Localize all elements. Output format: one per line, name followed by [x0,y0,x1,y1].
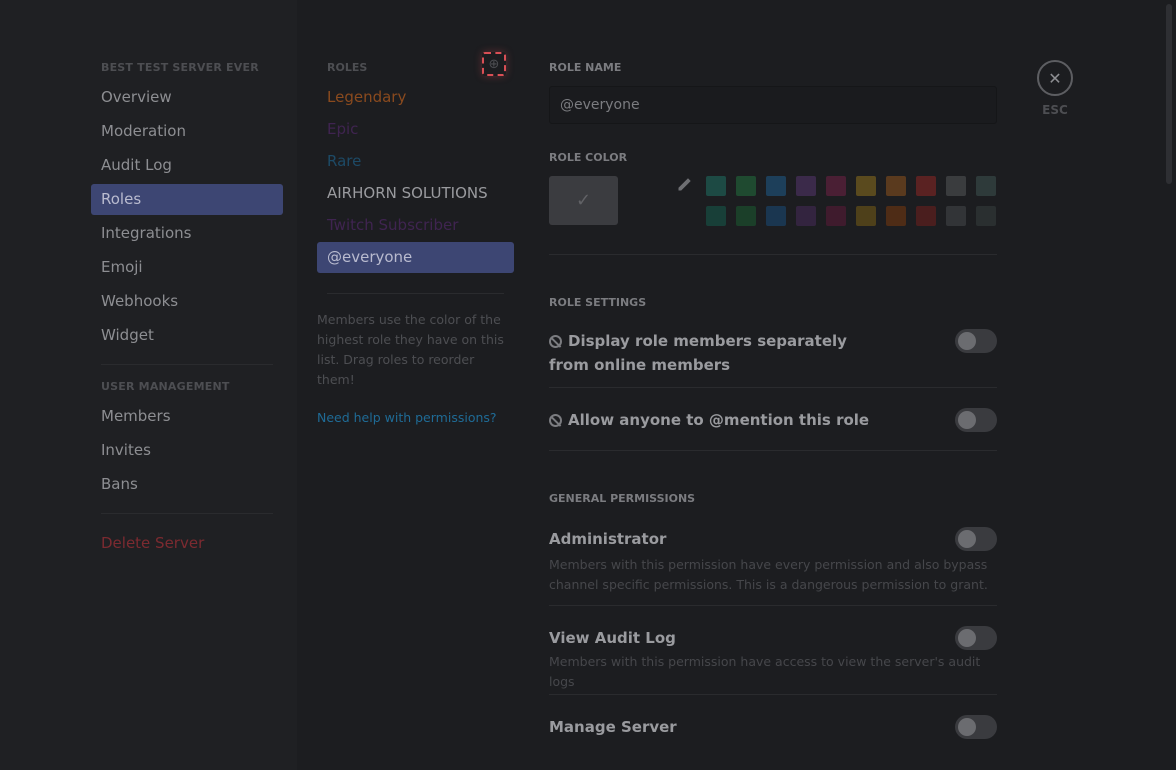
role-color-label: ROLE COLOR [549,151,628,164]
permission-description: Members with this permission have access… [549,654,981,689]
nav-item-members[interactable]: Members [91,401,283,432]
role-color-picker: ✓ [549,176,997,226]
roles-divider [327,293,504,294]
checkmark-icon: ✓ [575,190,592,211]
setting-divider [549,450,997,451]
nav-item-bans[interactable]: Bans [91,469,283,500]
blocked-icon [549,335,562,348]
nav-item-invites[interactable]: Invites [91,435,283,466]
eyedropper-icon[interactable] [677,178,691,196]
role-settings-label: ROLE SETTINGS [549,296,647,309]
esc-label: ESC [1042,103,1068,117]
color-swatch[interactable] [706,206,726,226]
administrator-toggle[interactable] [955,527,997,551]
role-item[interactable]: Epic [317,114,514,145]
color-swatch[interactable] [976,176,996,196]
setting-divider [549,387,997,388]
display-separately-label: Display role members separately from onl… [549,332,847,374]
color-swatch[interactable] [796,176,816,196]
color-swatch-grid [706,176,996,226]
permission-manage-server: Manage Server [549,715,997,745]
nav-item-emoji[interactable]: Emoji [91,252,283,283]
allow-mention-toggle[interactable] [955,408,997,432]
nav-divider [101,364,273,365]
color-swatch[interactable] [796,206,816,226]
close-icon: ✕ [1048,68,1062,88]
view-audit-log-toggle[interactable] [955,626,997,650]
color-swatch[interactable] [766,206,786,226]
setting-title: Allow anyone to @mention this role [549,408,997,432]
nav-item-widget[interactable]: Widget [91,320,283,351]
color-swatch[interactable] [976,206,996,226]
setting-divider [549,605,997,606]
plus-circle-icon: ⊕ [488,56,500,72]
setting-divider [549,694,997,695]
permission-view-audit-log: View Audit Log Members with this permiss… [549,626,997,694]
role-name-input[interactable]: @everyone [549,86,997,124]
roles-help-text: Members use the color of the highest rol… [317,312,504,387]
scrollbar-thumb[interactable] [1166,4,1172,184]
add-role-button[interactable]: ⊕ [482,52,506,76]
close-button[interactable]: ✕ [1037,60,1073,96]
delete-server-button[interactable]: Delete Server [91,528,283,559]
server-name-header: BEST TEST SERVER EVER [101,61,259,74]
permission-title: Manage Server [549,718,677,736]
role-item[interactable]: Twitch Subscriber [317,210,514,241]
color-swatch[interactable] [856,206,876,226]
setting-allow-mention: Allow anyone to @mention this role [549,408,997,450]
color-swatch[interactable] [916,176,936,196]
color-swatch[interactable] [886,206,906,226]
role-item[interactable]: AIRHORN SOLUTIONS [317,178,514,209]
permissions-help-link[interactable]: Need help with permissions? [317,410,514,425]
color-swatch[interactable] [826,206,846,226]
role-name-label: ROLE NAME [549,61,622,74]
color-swatch[interactable] [736,176,756,196]
blocked-icon [549,414,562,427]
section-divider [549,254,997,255]
role-item[interactable]: Rare [317,146,514,177]
nav-item-moderation[interactable]: Moderation [91,116,283,147]
color-swatch[interactable] [766,176,786,196]
permission-title: Administrator [549,530,667,548]
nav-item-integrations[interactable]: Integrations [91,218,283,249]
setting-title: Display role members separately from onl… [549,329,879,377]
nav-divider [101,513,273,514]
color-swatch[interactable] [856,176,876,196]
manage-server-toggle[interactable] [955,715,997,739]
color-swatch[interactable] [946,206,966,226]
general-permissions-label: GENERAL PERMISSIONS [549,492,696,505]
color-swatch[interactable] [946,176,966,196]
permission-administrator: Administrator Members with this permissi… [549,527,997,603]
settings-sidebar: BEST TEST SERVER EVER Overview Moderatio… [0,0,297,770]
nav-item-overview[interactable]: Overview [91,82,283,113]
setting-display-separately: Display role members separately from onl… [549,329,997,387]
display-separately-toggle[interactable] [955,329,997,353]
role-item[interactable]: @everyone [317,242,514,273]
role-item[interactable]: Legendary [317,82,514,113]
allow-mention-label: Allow anyone to @mention this role [568,411,870,429]
default-color-swatch[interactable]: ✓ [549,176,618,225]
color-swatch[interactable] [826,176,846,196]
color-swatch[interactable] [706,176,726,196]
color-swatch[interactable] [736,206,756,226]
settings-nav: BEST TEST SERVER EVER Overview Moderatio… [91,60,283,562]
color-swatch[interactable] [916,206,936,226]
roles-list-column: ROLES ⊕ Legendary Epic Rare AIRHORN SOLUTIO… [317,52,514,425]
color-swatch[interactable] [886,176,906,196]
nav-item-audit-log[interactable]: Audit Log [91,150,283,181]
permission-description: Members with this permission have every … [549,557,988,592]
role-editor: ROLE NAME @everyone ROLE COLOR ✓ ROLE SE… [549,60,997,745]
scrollbar[interactable] [1166,0,1174,770]
role-list: Legendary Epic Rare AIRHORN SOLUTIONS Twitch… [317,82,514,273]
user-management-header: USER MANAGEMENT [101,380,230,393]
permission-title: View Audit Log [549,629,676,647]
nav-item-webhooks[interactable]: Webhooks [91,286,283,317]
nav-item-roles[interactable]: Roles [91,184,283,215]
